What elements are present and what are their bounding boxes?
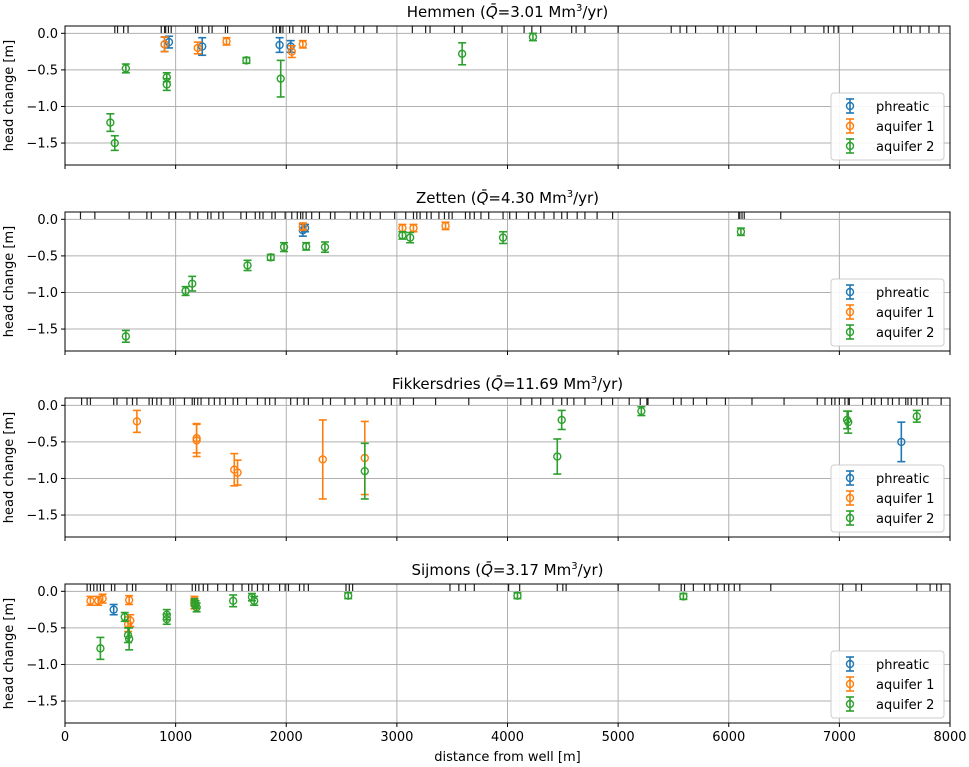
- chart-title-q: Q̄: [477, 188, 489, 207]
- chart-title-prefix: Fikkersdries (: [392, 375, 491, 393]
- y-tick-label: 0.0: [37, 399, 58, 414]
- legend-label: aquifer 1: [876, 120, 934, 135]
- x-tick-label: 1000: [159, 730, 192, 745]
- chart-title: Fikkersdries (Q̄=11.69 Mm3/yr): [392, 374, 623, 393]
- chart-title-prefix: Hemmen (: [407, 3, 486, 21]
- y-tick-label: −1.5: [26, 695, 58, 710]
- y-tick-label: 0.0: [37, 27, 58, 42]
- chart-title-suffix: /yr): [597, 375, 623, 393]
- chart-title-suffix: /yr): [578, 561, 604, 579]
- y-tick-label: −1.0: [26, 100, 58, 115]
- legend-label: phreatic: [876, 286, 929, 301]
- chart-title-q: Q̄: [486, 2, 498, 21]
- chart-panel-3: Fikkersdries (Q̄=11.69 Mm3/yr) 0.0 −0.5 −1.…: [2, 374, 951, 541]
- chart-panel-1: Hemmen (Q̄=3.01 Mm3/yr) 0.0 −0.5 −1.0 −1.5 he…: [2, 2, 951, 169]
- y-axis-label: head change [m]: [2, 412, 17, 523]
- legend-label: aquifer 2: [876, 512, 934, 527]
- chart-title-q: Q̄: [481, 560, 493, 579]
- x-tick-label: 8000: [933, 730, 966, 745]
- x-tick-label: 4000: [491, 730, 524, 745]
- chart-title-prefix: Zetten (: [416, 189, 477, 207]
- chart-title-q-value: =3.17 Mm: [493, 561, 571, 579]
- x-tick-label: 3000: [380, 730, 413, 745]
- y-tick-label: 0.0: [37, 213, 58, 228]
- legend-label: aquifer 1: [876, 306, 934, 321]
- chart-panel-4: Sijmons (Q̄=3.17 Mm3/yr) 0.0 −0.5 −1.0 −1.5 0…: [2, 560, 967, 745]
- x-tick-label: 0: [61, 730, 69, 745]
- chart-title-q-value: =4.30 Mm: [488, 189, 566, 207]
- x-tick-label: 6000: [712, 730, 745, 745]
- y-tick-label: −1.5: [26, 509, 58, 524]
- y-tick-label: −0.5: [26, 435, 58, 450]
- legend-label: phreatic: [876, 100, 929, 115]
- legend-label: aquifer 1: [876, 678, 934, 693]
- chart-title: Zetten (Q̄=4.30 Mm3/yr): [416, 188, 599, 207]
- x-tick-label: 2000: [270, 730, 303, 745]
- chart-title-suffix: /yr): [582, 3, 608, 21]
- y-tick-label: −1.5: [26, 137, 58, 152]
- legend-label: aquifer 2: [876, 140, 934, 155]
- legend-label: aquifer 2: [876, 326, 934, 341]
- chart-title-suffix: /yr): [573, 189, 599, 207]
- y-axis-label: head change [m]: [2, 226, 17, 337]
- chart-title: Sijmons (Q̄=3.17 Mm3/yr): [411, 560, 603, 579]
- legend-label: phreatic: [876, 658, 929, 673]
- legend-label: aquifer 1: [876, 492, 934, 507]
- y-tick-label: −0.5: [26, 63, 58, 78]
- x-tick-label: 5000: [602, 730, 635, 745]
- y-axis-label: head change [m]: [2, 598, 17, 709]
- chart-title-q: Q̄: [491, 374, 503, 393]
- x-axis-label: distance from well [m]: [434, 750, 580, 765]
- x-tick-label: 7000: [823, 730, 856, 745]
- y-tick-label: −0.5: [26, 249, 58, 264]
- y-axis-label: head change [m]: [2, 40, 17, 151]
- chart-title: Hemmen (Q̄=3.01 Mm3/yr): [407, 2, 609, 21]
- chart-panel-2: Zetten (Q̄=4.30 Mm3/yr) 0.0 −0.5 −1.0 −1.5 he…: [2, 188, 951, 355]
- y-tick-label: −1.5: [26, 323, 58, 338]
- chart-title-prefix: Sijmons (: [411, 561, 481, 579]
- figure: Hemmen (Q̄=3.01 Mm3/yr) 0.0 −0.5 −1.0 −1.5 he…: [2, 2, 967, 765]
- chart-title-q-value: =3.01 Mm: [498, 3, 576, 21]
- legend-label: phreatic: [876, 472, 929, 487]
- y-tick-label: −0.5: [26, 621, 58, 636]
- y-tick-label: −1.0: [26, 658, 58, 673]
- legend-label: aquifer 2: [876, 698, 934, 713]
- chart-title-q-value: =11.69 Mm: [503, 375, 591, 393]
- y-tick-label: 0.0: [37, 585, 58, 600]
- y-tick-label: −1.0: [26, 472, 58, 487]
- y-tick-label: −1.0: [26, 286, 58, 301]
